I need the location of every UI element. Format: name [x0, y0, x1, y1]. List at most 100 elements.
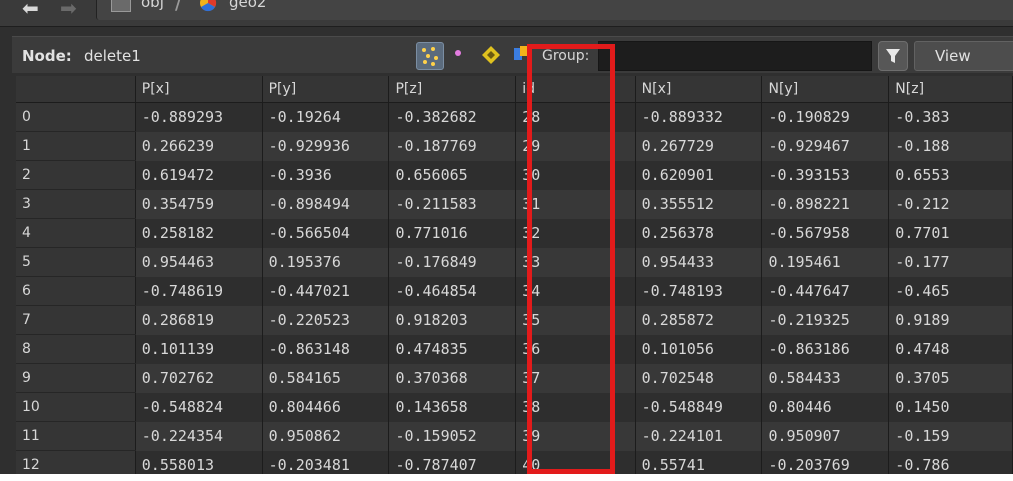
p-x-cell[interactable]: 0.258182: [135, 218, 263, 248]
n-x-cell[interactable]: -0.548849: [635, 392, 763, 422]
breadcrumb-item-geo2[interactable]: geo2: [229, 0, 266, 11]
forward-arrow-icon[interactable]: ➡: [60, 0, 77, 18]
header-n-x[interactable]: N[x]: [635, 76, 763, 103]
n-z-cell[interactable]: -0.188: [888, 131, 1013, 161]
n-x-cell[interactable]: -0.224101: [635, 421, 763, 451]
n-y-cell[interactable]: -0.393153: [761, 160, 890, 190]
table-row[interactable]: 12 0.558013 -0.203481 -0.787407 40 0.55741 -0.…: [16, 450, 1013, 474]
p-x-cell[interactable]: 0.619472: [135, 160, 263, 190]
p-z-cell[interactable]: -0.211583: [388, 189, 517, 219]
n-z-cell[interactable]: -0.383: [888, 102, 1013, 132]
p-z-cell[interactable]: -0.159052: [388, 421, 517, 451]
p-y-cell[interactable]: 0.950862: [262, 421, 390, 451]
breadcrumb-item-obj[interactable]: obj: [141, 0, 164, 11]
n-z-cell[interactable]: -0.177: [888, 247, 1013, 277]
p-x-cell[interactable]: 0.101139: [135, 334, 263, 364]
p-x-cell[interactable]: 0.954463: [135, 247, 263, 277]
p-y-cell[interactable]: -0.220523: [262, 305, 390, 335]
row-index[interactable]: 6: [16, 276, 136, 306]
p-z-cell[interactable]: -0.382682: [388, 102, 517, 132]
row-index[interactable]: 3: [16, 189, 136, 219]
n-z-cell[interactable]: 0.3705: [888, 363, 1013, 393]
n-z-cell[interactable]: 0.1450: [888, 392, 1013, 422]
p-x-cell[interactable]: 0.558013: [135, 450, 263, 474]
table-row[interactable]: 2 0.619472 -0.3936 0.656065 30 0.620901 -0.393…: [16, 160, 1013, 190]
n-x-cell[interactable]: 0.101056: [635, 334, 763, 364]
n-z-cell[interactable]: -0.786: [888, 450, 1013, 474]
p-y-cell[interactable]: -0.929936: [262, 131, 390, 161]
row-index[interactable]: 0: [16, 102, 136, 132]
table-row[interactable]: 4 0.258182 -0.566504 0.771016 32 0.256378 -0.5…: [16, 218, 1013, 248]
table-row[interactable]: 11 -0.224354 0.950862 -0.159052 39 -0.224101 0…: [16, 421, 1013, 451]
row-index[interactable]: 7: [16, 305, 136, 335]
n-x-cell[interactable]: 0.285872: [635, 305, 763, 335]
p-z-cell[interactable]: -0.176849: [388, 247, 517, 277]
n-x-cell[interactable]: 0.954433: [635, 247, 763, 277]
n-y-cell[interactable]: 0.584433: [761, 363, 890, 393]
row-index[interactable]: 5: [16, 247, 136, 277]
row-index[interactable]: 1: [16, 131, 136, 161]
p-y-cell[interactable]: 0.804466: [262, 392, 390, 422]
row-index[interactable]: 4: [16, 218, 136, 248]
group-input[interactable]: [598, 41, 872, 71]
p-z-cell[interactable]: -0.464854: [388, 276, 517, 306]
vertices-icon[interactable]: [446, 42, 472, 68]
n-x-cell[interactable]: 0.267729: [635, 131, 763, 161]
n-x-cell[interactable]: 0.355512: [635, 189, 763, 219]
row-index[interactable]: 10: [16, 392, 136, 422]
n-y-cell[interactable]: 0.195461: [761, 247, 890, 277]
back-arrow-icon[interactable]: ⬅: [22, 0, 39, 18]
table-row[interactable]: 7 0.286819 -0.220523 0.918203 35 0.285872 -0.2…: [16, 305, 1013, 335]
n-y-cell[interactable]: -0.863186: [761, 334, 890, 364]
table-row[interactable]: 5 0.954463 0.195376 -0.176849 33 0.954433 0.19…: [16, 247, 1013, 277]
n-z-cell[interactable]: -0.212: [888, 189, 1013, 219]
p-z-cell[interactable]: 0.656065: [388, 160, 517, 190]
n-x-cell[interactable]: -0.748193: [635, 276, 763, 306]
p-y-cell[interactable]: -0.3936: [262, 160, 390, 190]
p-y-cell[interactable]: -0.898494: [262, 189, 390, 219]
p-x-cell[interactable]: -0.889293: [135, 102, 263, 132]
header-n-y[interactable]: N[y]: [761, 76, 890, 103]
table-row[interactable]: 3 0.354759 -0.898494 -0.211583 31 0.355512 -0.…: [16, 189, 1013, 219]
table-row[interactable]: 8 0.101139 -0.863148 0.474835 36 0.101056 -0.8…: [16, 334, 1013, 364]
table-row[interactable]: 0 -0.889293 -0.19264 -0.382682 28 -0.889332 -0…: [16, 102, 1013, 132]
header-p-x[interactable]: P[x]: [135, 76, 263, 103]
row-index[interactable]: 11: [16, 421, 136, 451]
n-x-cell[interactable]: -0.889332: [635, 102, 763, 132]
p-z-cell[interactable]: -0.187769: [388, 131, 517, 161]
p-x-cell[interactable]: 0.702762: [135, 363, 263, 393]
p-x-cell[interactable]: -0.224354: [135, 421, 263, 451]
n-z-cell[interactable]: -0.159: [888, 421, 1013, 451]
p-y-cell[interactable]: -0.19264: [262, 102, 390, 132]
p-x-cell[interactable]: 0.286819: [135, 305, 263, 335]
n-z-cell[interactable]: 0.7701: [888, 218, 1013, 248]
n-z-cell[interactable]: 0.4748: [888, 334, 1013, 364]
p-z-cell[interactable]: -0.787407: [388, 450, 517, 474]
n-y-cell[interactable]: -0.203769: [761, 450, 890, 474]
header-p-y[interactable]: P[y]: [262, 76, 390, 103]
row-index[interactable]: 12: [16, 450, 136, 474]
table-row[interactable]: 10 -0.548824 0.804466 0.143658 38 -0.548849 0.…: [16, 392, 1013, 422]
row-index[interactable]: 9: [16, 363, 136, 393]
points-icon[interactable]: [416, 42, 444, 70]
n-y-cell[interactable]: -0.567958: [761, 218, 890, 248]
table-row[interactable]: 6 -0.748619 -0.447021 -0.464854 34 -0.748193-…: [16, 276, 1013, 306]
p-y-cell[interactable]: 0.584165: [262, 363, 390, 393]
n-z-cell[interactable]: 0.9189: [888, 305, 1013, 335]
p-z-cell[interactable]: 0.474835: [388, 334, 517, 364]
n-y-cell[interactable]: -0.898221: [761, 189, 890, 219]
p-z-cell[interactable]: 0.771016: [388, 218, 517, 248]
p-x-cell[interactable]: 0.354759: [135, 189, 263, 219]
p-x-cell[interactable]: 0.266239: [135, 131, 263, 161]
filter-icon[interactable]: [878, 41, 908, 71]
n-y-cell[interactable]: -0.929467: [761, 131, 890, 161]
p-x-cell[interactable]: -0.548824: [135, 392, 263, 422]
p-z-cell[interactable]: 0.370368: [388, 363, 517, 393]
row-index[interactable]: 8: [16, 334, 136, 364]
header-n-z[interactable]: N[z]: [888, 76, 1013, 103]
p-y-cell[interactable]: -0.863148: [262, 334, 390, 364]
p-z-cell[interactable]: 0.918203: [388, 305, 517, 335]
n-z-cell[interactable]: 0.6553: [888, 160, 1013, 190]
n-z-cell[interactable]: -0.465: [888, 276, 1013, 306]
view-button[interactable]: View: [914, 41, 1013, 71]
